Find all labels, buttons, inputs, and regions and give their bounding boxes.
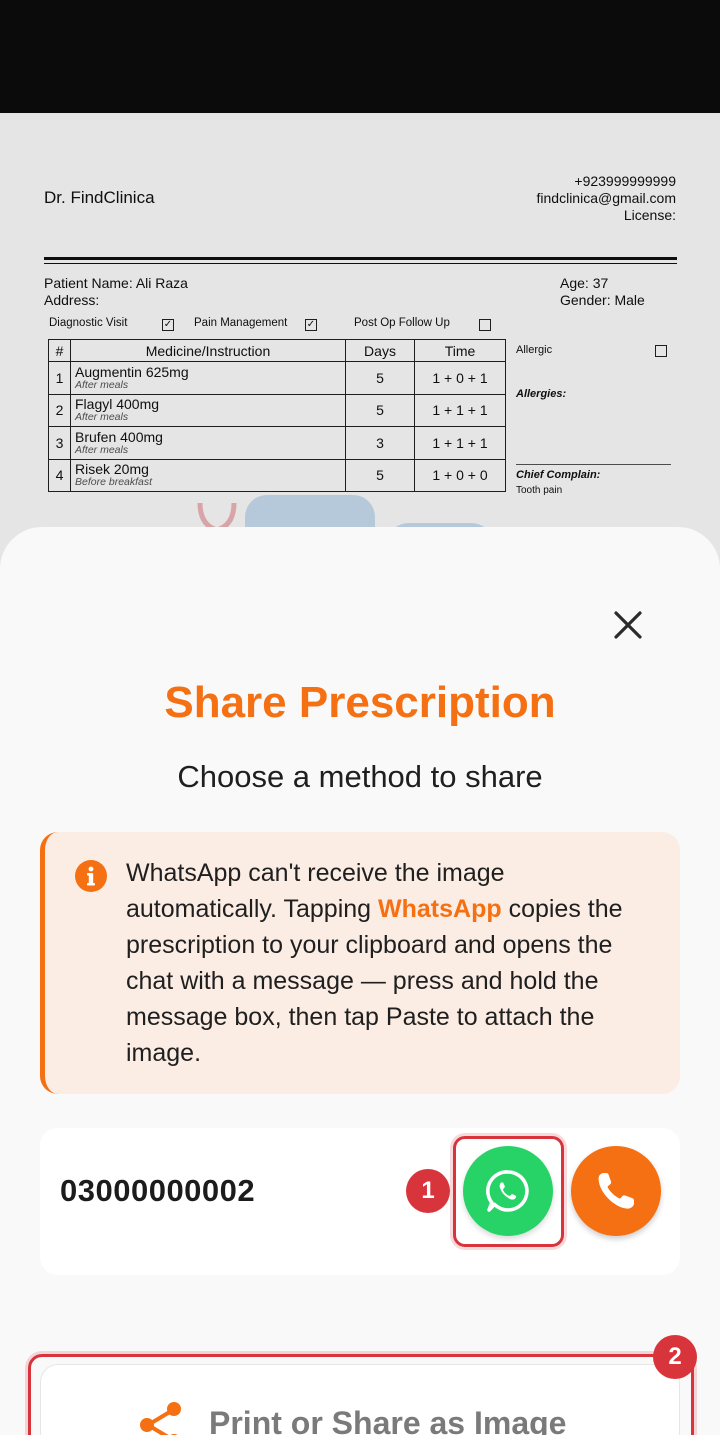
patient-age: Age: 37 [560,275,609,291]
table-row: 1 Augmentin 625mg After meals 5 1 + 0 + … [48,361,506,395]
row-number: 2 [48,393,71,427]
allergic-label: Allergic [516,344,553,356]
share-bottom-sheet: Share Prescription Choose a method to sh… [0,527,720,1435]
whatsapp-icon [486,1170,529,1212]
clinic-email: findclinica@gmail.com [536,190,676,206]
visit-type-checkbox-checked: ✓ [305,319,317,331]
notice-text: WhatsApp can't receive the image automat… [126,855,656,1071]
row-number: 4 [48,458,71,492]
table-row: 2 Flagyl 400mg After meals 5 1 + 1 + 1 [48,393,506,427]
medicine-cell: Augmentin 625mg After meals [70,361,346,395]
phone-icon [598,1173,634,1209]
notice-highlight: WhatsApp [378,895,502,923]
column-header: Time [414,339,506,362]
status-bar-area [0,0,720,113]
prescription-preview: Dr. FindClinica +923999999999 findclinic… [0,113,720,575]
medicine-cell: Flagyl 400mg After meals [70,393,346,427]
patient-phone-number: 03000000002 [60,1173,256,1208]
doctor-name: Dr. FindClinica [44,188,155,207]
visit-type-checkbox [479,319,491,331]
whatsapp-notice: WhatsApp can't receive the image automat… [40,832,680,1094]
whatsapp-button[interactable] [463,1146,553,1236]
patient-info: Patient Name: Ali Raza Address: [44,275,188,309]
visit-type-label: Post Op Follow Up [354,317,450,329]
medicine-time: 1 + 1 + 1 [414,393,506,427]
medicine-name: Risek 20mg [75,461,149,478]
visit-types: Diagnostic Visit ✓ Pain Management ✓ Pos… [49,317,499,333]
row-number: 3 [48,426,71,460]
call-button[interactable] [571,1146,661,1236]
row-number: 1 [48,361,71,395]
patient-address: Address: [44,292,100,308]
close-icon [614,611,642,639]
medicine-time: 1 + 0 + 1 [414,361,506,395]
section-divider [516,464,671,465]
clinic-contact: +923999999999 findclinica@gmail.com Lice… [537,173,676,224]
chief-complain-value: Tooth pain [516,485,563,496]
step-badge-1: 1 [406,1169,450,1213]
table-row: 3 Brufen 400mg After meals 3 1 + 1 + 1 [48,426,506,460]
medicine-time: 1 + 1 + 1 [414,426,506,460]
medicine-cell: Brufen 400mg After meals [70,426,346,460]
step-badge-2: 2 [653,1335,697,1379]
clinic-license: License: [623,207,676,223]
medicine-days: 3 [345,426,415,460]
sheet-title: Share Prescription [164,678,556,727]
header-divider-thin [44,263,677,264]
table-header-row: # Medicine/Instruction Days Time [48,339,506,362]
medicine-table: # Medicine/Instruction Days Time 1 Augme… [48,339,506,492]
medicine-days: 5 [345,393,415,427]
patient-gender: Gender: Male [560,292,645,308]
medicine-name: Brufen 400mg [75,428,163,445]
phone-share-card: 03000000002 [40,1128,680,1275]
medicine-days: 5 [345,361,415,395]
chief-complain-label: Chief Complain: [516,469,601,481]
medicine-note: After meals [75,443,129,456]
column-header: Medicine/Instruction [70,339,346,362]
medicine-note: After meals [75,378,129,391]
medicine-note: After meals [75,411,129,424]
column-header: # [48,339,71,362]
allergies-label: Allergies: [516,388,567,400]
allergic-checkbox [655,345,667,357]
share-icon [140,1402,181,1435]
print-share-label: Print or Share as Image [209,1405,567,1435]
visit-type-label: Pain Management [194,317,288,329]
clinic-phone: +923999999999 [574,173,676,189]
medicine-name: Augmentin 625mg [75,363,189,380]
visit-type-checkbox-checked: ✓ [162,319,174,331]
visit-type-label: Diagnostic Visit [49,317,128,329]
print-share-image-button[interactable]: Print or Share as Image [40,1364,680,1435]
close-button[interactable] [606,603,650,647]
medicine-name: Flagyl 400mg [75,396,160,413]
info-icon [75,860,107,892]
sheet-subtitle: Choose a method to share [177,759,543,794]
patient-demographics: Age: 37 Gender: Male [560,275,645,309]
header-divider [44,257,677,260]
patient-name: Patient Name: Ali Raza [44,275,188,291]
column-header: Days [345,339,415,362]
